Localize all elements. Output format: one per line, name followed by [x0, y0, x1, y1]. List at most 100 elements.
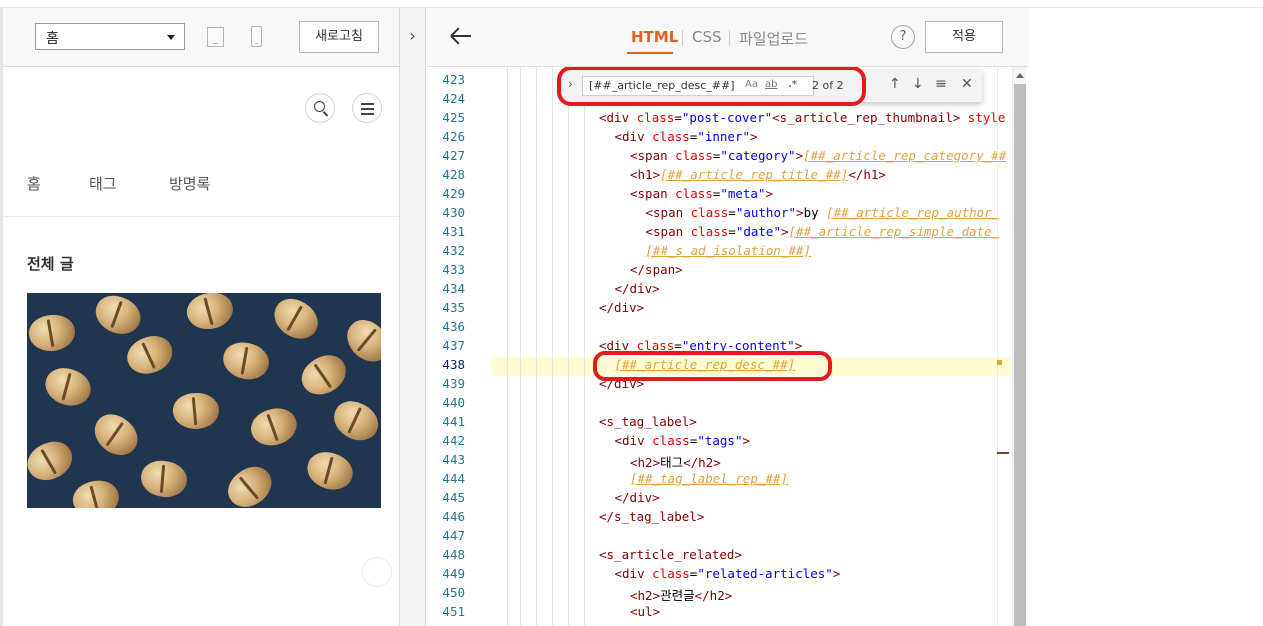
find-in-selection-icon[interactable]: ≡: [935, 76, 947, 92]
code-token: =: [674, 338, 682, 353]
editor-scrollbar[interactable]: [1012, 67, 1026, 626]
code-token: [##_article_rep_author_: [826, 205, 1000, 220]
refresh-button[interactable]: 새로고침: [299, 21, 379, 53]
code-token: class: [636, 338, 675, 353]
blank-area: [1029, 8, 1263, 626]
code-token: </div>: [599, 300, 645, 315]
apply-button[interactable]: 적용: [925, 21, 1003, 53]
page-select-value: 홈: [46, 31, 59, 47]
chevron-right-icon[interactable]: ›: [400, 24, 425, 48]
code-line: <span class="category">[##_article_rep_c…: [630, 148, 1006, 163]
mobile-view-icon[interactable]: [251, 26, 262, 47]
find-input[interactable]: [##_article_rep_desc_##]: [582, 76, 814, 96]
line-number: 425: [442, 110, 465, 125]
line-number: 449: [442, 566, 465, 581]
code-line: [##_s_ad_isolation_##]: [646, 243, 812, 258]
nav-item-home[interactable]: 홈: [27, 173, 41, 194]
line-number: 440: [442, 395, 465, 410]
code-token: class: [652, 129, 690, 144]
match-case-icon[interactable]: Aa: [745, 79, 758, 90]
next-match-icon[interactable]: ↓: [912, 76, 924, 92]
code-token: [##_s_ad_isolation_##]: [645, 243, 812, 258]
help-icon[interactable]: ?: [891, 25, 915, 49]
back-arrow-icon[interactable]: [447, 22, 475, 50]
post-thumbnail[interactable]: [27, 293, 381, 508]
code-token: [##_article_rep_desc_##]: [614, 357, 796, 372]
code-token: "author": [735, 205, 797, 220]
code-token: <s_tag_label>: [599, 414, 697, 429]
code-token: "tags": [697, 433, 743, 448]
tab-html[interactable]: HTML: [631, 28, 678, 46]
code-token: =: [728, 224, 736, 239]
code-token: </s_tag_label>: [599, 509, 705, 524]
code-token: "inner": [697, 129, 750, 144]
code-token: </h1>: [848, 167, 886, 182]
line-number: 447: [442, 528, 465, 543]
tab-file-upload[interactable]: 파일업로드: [739, 28, 808, 49]
regex-icon[interactable]: .*: [788, 79, 797, 90]
code-token: >: [794, 338, 803, 353]
code-token: 태그: [660, 455, 684, 470]
line-number: 436: [442, 319, 465, 334]
line-number: 441: [442, 414, 465, 429]
code-token: </span>: [630, 262, 683, 277]
search-icon[interactable]: [305, 93, 335, 123]
code-token: [##_tag_label_rep_##]: [630, 471, 789, 486]
find-match-count: 2 of 2: [812, 79, 844, 92]
top-border: [0, 0, 1263, 8]
line-number: 432: [442, 243, 465, 258]
line-number: 435: [442, 300, 465, 315]
code-token: <s_article_rep_thumbnail>: [772, 110, 968, 125]
code-area[interactable]: 423 424 425 426 427 428 429 430 431 432 433 434 435 4…: [427, 67, 1029, 626]
code-token: class: [675, 186, 713, 201]
code-line: <div class="post-cover"<s_article_rep_th…: [599, 110, 1005, 125]
tab-divider: [682, 30, 683, 46]
chevron-down-icon: [167, 35, 175, 40]
code-token: >: [750, 129, 758, 144]
find-match-marker: [997, 360, 1002, 365]
line-number: 433: [442, 262, 465, 277]
line-number: 429: [442, 186, 465, 201]
section-title: 전체 글: [27, 255, 74, 273]
page-select[interactable]: 홈: [35, 23, 185, 50]
line-number: 428: [442, 167, 465, 182]
tab-divider: [729, 30, 730, 46]
line-number: 431: [442, 224, 465, 239]
code-line: </span>: [630, 262, 683, 277]
code-token: =: [674, 110, 682, 125]
code-token: by: [803, 205, 827, 220]
code-token: <h1>: [630, 167, 661, 182]
code-line: </div>: [615, 281, 660, 296]
code-token: <div: [614, 129, 653, 144]
ruler-guide: [997, 67, 998, 626]
match-whole-word-icon[interactable]: ab: [765, 79, 777, 90]
code-line: <s_article_related>: [599, 547, 742, 562]
code-token: >: [780, 224, 789, 239]
close-icon[interactable]: ✕: [961, 76, 973, 92]
line-number: 438: [442, 357, 465, 372]
code-token: class: [690, 224, 729, 239]
code-token: <div: [599, 110, 637, 125]
code-token: "category": [720, 148, 796, 163]
editor-header: HTML CSS 파일업로드 ? 적용: [427, 8, 1029, 67]
line-number: 439: [442, 376, 465, 391]
menu-icon[interactable]: [352, 93, 382, 123]
code-line: <h1>[##_article_rep_title_##]</h1>: [630, 167, 886, 182]
code-line: <div class="entry-content">: [599, 338, 802, 353]
code-line: </div>: [615, 490, 660, 505]
code-token: <span: [645, 205, 691, 220]
line-number: 424: [442, 91, 465, 106]
code-token: "date": [735, 224, 781, 239]
scroll-top-circle[interactable]: [362, 557, 392, 587]
nav-item-tags[interactable]: 태그: [89, 173, 117, 194]
nav-item-guestbook[interactable]: 방명록: [169, 173, 210, 194]
toggle-replace-icon[interactable]: ›: [568, 77, 573, 91]
code-line: <div class="related-articles">: [615, 566, 841, 581]
tab-css[interactable]: CSS: [692, 28, 722, 46]
code-line: </div>: [599, 300, 644, 315]
previous-match-icon[interactable]: ↑: [889, 76, 901, 92]
code-token: [##_article_rep_category_##: [803, 148, 1007, 163]
line-number: 423: [442, 72, 465, 87]
line-number: 446: [442, 509, 465, 524]
tablet-view-icon[interactable]: [207, 27, 224, 47]
